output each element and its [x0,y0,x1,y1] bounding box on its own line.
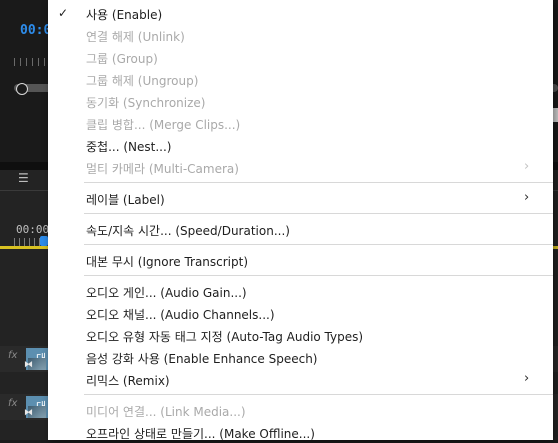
clip-context-menu: ✓ 사용 (Enable) 연결 해제 (Unlink) 그룹 (Group) … [48,0,553,441]
timeline-playhead[interactable] [40,236,48,246]
menu-item-link-media[interactable]: 미디어 연결... (Link Media...) [48,399,553,421]
menu-separator [84,394,553,395]
menu-item-group[interactable]: 그룹 (Group) [48,46,553,68]
menu-item-enhance-speech[interactable]: 음성 강화 사용 (Enable Enhance Speech) [48,346,553,368]
submenu-chevron-icon: › [524,190,530,205]
menu-item-label: 사용 (Enable) [86,8,163,22]
menu-item-label: 속도/지속 시간... (Speed/Duration...) [86,224,290,238]
transition-icon[interactable]: ⧓ [24,408,33,418]
menu-item-audio-gain[interactable]: 오디오 게인... (Audio Gain...) [48,280,553,302]
menu-item-unlink[interactable]: 연결 해제 (Unlink) [48,24,553,46]
menu-item-label: 미디어 연결... (Link Media...) [86,405,246,419]
menu-separator [84,275,553,276]
playhead-timecode[interactable]: 00:0 [20,23,51,38]
submenu-chevron-icon: › [524,371,530,386]
panel-menu-icon[interactable]: ☰ [18,171,29,185]
menu-item-label: 연결 해제 (Unlink) [86,30,185,44]
menu-item-remix[interactable]: 리믹스 (Remix) › [48,368,553,390]
menu-separator [84,244,553,245]
menu-item-nest[interactable]: 중첩... (Nest...) [48,134,553,156]
monitor-ruler [14,58,46,66]
menu-item-label: 오디오 유형 자동 태그 지정 (Auto-Tag Audio Types) [86,330,364,344]
menu-item-ungroup[interactable]: 그룹 해제 (Ungroup) [48,68,553,90]
fx-badge-icon: fx [8,350,18,361]
menu-separator [84,213,553,214]
menu-item-enable[interactable]: ✓ 사용 (Enable) [48,2,553,24]
menu-separator [84,182,553,183]
checkmark-icon: ✓ [58,6,69,20]
menu-item-label: 레이블 (Label) [86,193,165,207]
menu-item-label: 리믹스 (Remix) [86,374,170,388]
menu-item-auto-tag-audio[interactable]: 오디오 유형 자동 태그 지정 (Auto-Tag Audio Types) [48,324,553,346]
menu-item-label: 오프라인 상태로 만들기... (Make Offline...) [86,427,315,441]
menu-item-label: 그룹 해제 (Ungroup) [86,74,199,88]
menu-item-label: 멀티 카메라 (Multi-Camera) [86,162,239,176]
menu-item-label: 동기화 (Synchronize) [86,96,206,110]
menu-item-label: 클립 병합... (Merge Clips...) [86,118,241,132]
menu-item-label: 그룹 (Group) [86,52,158,66]
menu-item-merge-clips[interactable]: 클립 병합... (Merge Clips...) [48,112,553,134]
submenu-chevron-icon: › [524,159,530,174]
menu-item-synchronize[interactable]: 동기화 (Synchronize) [48,90,553,112]
transition-icon[interactable]: ⧓ [24,360,33,370]
timeline-timecode[interactable]: 00:00 [16,223,49,236]
menu-item-multi-camera[interactable]: 멀티 카메라 (Multi-Camera) › [48,156,553,178]
menu-item-ignore-transcript[interactable]: 대본 무시 (Ignore Transcript) [48,249,553,271]
menu-item-label-color[interactable]: 레이블 (Label) › [48,187,553,209]
menu-item-audio-channels[interactable]: 오디오 채널... (Audio Channels...) [48,302,553,324]
menu-item-label: 오디오 게인... (Audio Gain...) [86,286,247,300]
menu-item-label: 오디오 채널... (Audio Channels...) [86,308,275,322]
monitor-scrub-knob[interactable] [16,83,28,95]
menu-item-label: 음성 강화 사용 (Enable Enhance Speech) [86,352,318,366]
menu-item-label: 중첩... (Nest...) [86,140,172,154]
menu-item-label: 대본 무시 (Ignore Transcript) [86,255,249,269]
fx-badge-icon: fx [8,398,18,409]
menu-item-speed-duration[interactable]: 속도/지속 시간... (Speed/Duration...) [48,218,553,240]
